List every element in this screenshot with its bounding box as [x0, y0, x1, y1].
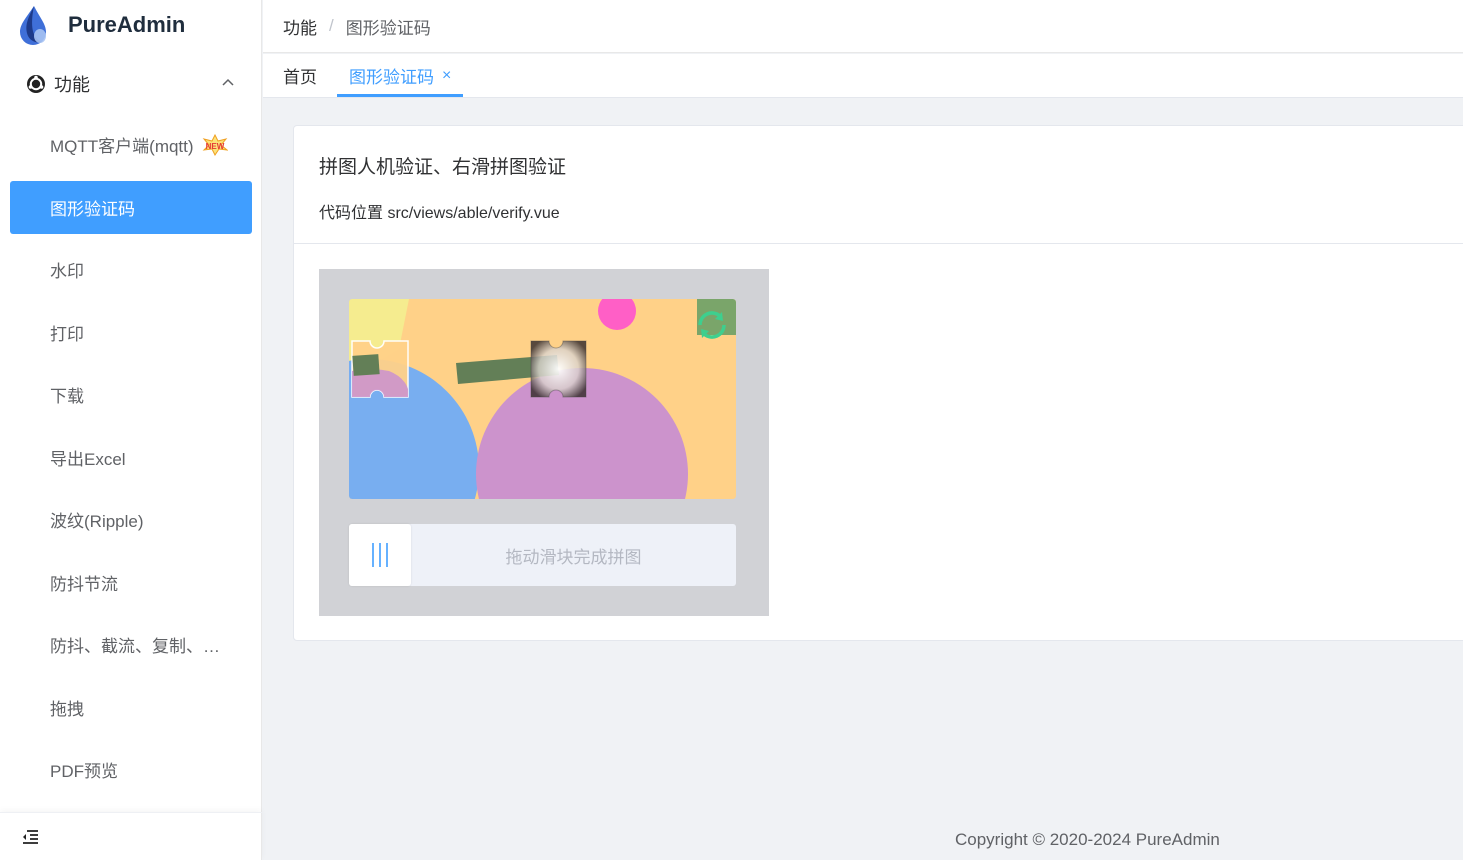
slider-hint: 拖动滑块完成拼图	[505, 547, 642, 567]
sidebar: PureAdmin 功能 MQTT客户端(mqtt) NEW 图形验证码 水印 …	[0, 0, 262, 860]
ubuntu-style-circle-icon	[27, 75, 45, 93]
breadcrumb-level-2: 图形验证码	[345, 18, 431, 38]
tags-bar: 首页 图形验证码 ×	[263, 54, 1463, 98]
sidebar-item-label: 打印	[50, 324, 84, 344]
droplet-logo-icon	[20, 6, 46, 45]
code-location: 代码位置 src/views/able/verify.vue	[319, 205, 560, 222]
chevron-up-icon[interactable]	[221, 76, 235, 90]
captcha-card: 拼图人机验证、右滑拼图验证 代码位置 src/views/able/verify…	[293, 125, 1463, 641]
slider-handle[interactable]	[349, 524, 411, 586]
sidebar-item-label: 防抖节流	[50, 574, 118, 594]
sidebar-item-drag[interactable]: 拖拽	[10, 681, 252, 734]
tab-home[interactable]: 首页	[263, 54, 337, 97]
app-name: PureAdmin	[68, 12, 186, 37]
breadcrumb-separator: /	[329, 16, 334, 35]
sidebar-item-label: 导出Excel	[50, 449, 126, 469]
logo[interactable]: PureAdmin	[0, 0, 261, 50]
sidebar-item-label: 防抖、截流、复制、…	[50, 637, 220, 656]
copyright: Copyright © 2020-2024 PureAdmin	[955, 830, 1220, 849]
sidebar-item-download[interactable]: 下载	[10, 368, 252, 421]
sidebar-item-mqtt[interactable]: MQTT客户端(mqtt) NEW	[10, 118, 252, 171]
sidebar-item-print[interactable]: 打印	[10, 306, 252, 359]
close-icon[interactable]: ×	[442, 67, 451, 85]
sidebar-item-export-excel[interactable]: 导出Excel	[10, 431, 252, 484]
card-header: 拼图人机验证、右滑拼图验证 代码位置 src/views/able/verify…	[294, 126, 1463, 244]
sidebar-item-label: 图形验证码	[50, 199, 135, 219]
tab-label: 首页	[283, 68, 317, 87]
sidebar-item-label: 下载	[50, 387, 84, 406]
grip-lines-icon	[372, 543, 388, 567]
sidebar-item-debounce[interactable]: 防抖节流	[10, 556, 252, 609]
sidebar-item-label: 拖拽	[50, 699, 84, 719]
sidebar-item-ripple[interactable]: 波纹(Ripple)	[10, 493, 252, 546]
sidebar-item-pdf-preview[interactable]: PDF预览	[10, 743, 252, 796]
slide-captcha: 拖动滑块完成拼图	[319, 269, 769, 616]
captcha-image	[349, 299, 736, 499]
sidebar-item-directives[interactable]: 防抖、截流、复制、…	[10, 618, 252, 671]
sidebar-item-watermark[interactable]: 水印	[10, 243, 252, 296]
menu-group-functions[interactable]: 功能	[0, 50, 261, 118]
menu-fold-icon[interactable]	[20, 827, 40, 847]
top-header: 功能 / 图形验证码	[263, 0, 1463, 53]
breadcrumb-level-1[interactable]: 功能	[283, 14, 317, 39]
slider-track: 拖动滑块完成拼图	[349, 524, 736, 586]
tab-label: 图形验证码	[349, 68, 434, 87]
sidebar-item-label: 水印	[50, 262, 84, 281]
sidebar-item-captcha[interactable]: 图形验证码	[10, 180, 252, 234]
card-title: 拼图人机验证、右滑拼图验证	[319, 157, 567, 178]
sidebar-item-label: 波纹(Ripple)	[50, 512, 144, 531]
sidebar-item-label: PDF预览	[50, 762, 118, 781]
menu-group-label: 功能	[54, 75, 90, 95]
sidebar-item-label: MQTT客户端(mqtt)	[50, 137, 194, 156]
tab-captcha[interactable]: 图形验证码 ×	[337, 54, 464, 97]
sidebar-collapse-bar[interactable]	[0, 812, 262, 860]
new-badge-icon: NEW	[202, 133, 228, 156]
svg-text:NEW: NEW	[205, 142, 224, 151]
